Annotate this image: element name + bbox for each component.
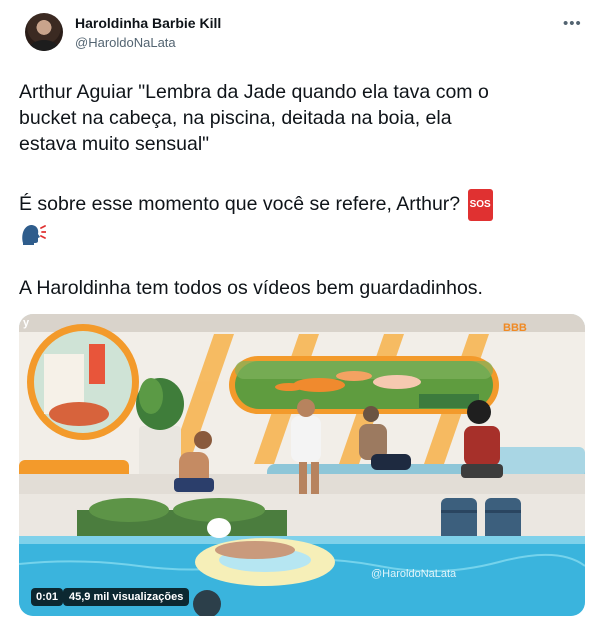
sos-icon: SOS bbox=[467, 189, 493, 221]
video-frame bbox=[19, 314, 585, 616]
author-name[interactable]: Haroldinha Barbie Kill bbox=[75, 15, 221, 31]
author-handle[interactable]: @HaroldoNaLata bbox=[75, 35, 176, 50]
tweet-text-line-1: Arthur Aguiar "Lembra da Jade quando ela… bbox=[19, 81, 489, 103]
tweet-text-line-2: bucket na cabeça, na piscina, deitada na… bbox=[19, 107, 452, 129]
channel-mark: y bbox=[23, 317, 30, 329]
tweet-question: É sobre esse momento que você se refere,… bbox=[19, 193, 461, 215]
video-watermark: @HaroldoNaLata bbox=[371, 568, 457, 580]
more-options-icon[interactable]: ••• bbox=[563, 15, 582, 32]
bbb-logo: BBB bbox=[503, 322, 527, 334]
video-views: 45,9 mil visualizações bbox=[63, 588, 190, 606]
speaking-head-icon bbox=[22, 225, 46, 245]
tweet-text-line-3: estava muito sensual" bbox=[19, 133, 210, 155]
avatar-shoulders bbox=[30, 40, 58, 51]
video-time: 0:01 bbox=[31, 588, 64, 606]
avatar[interactable] bbox=[25, 13, 63, 51]
tweet-text-line-6: A Haroldinha tem todos os vídeos bem gua… bbox=[19, 277, 483, 299]
tweet-card[interactable]: Haroldinha Barbie Kill @HaroldoNaLata ••… bbox=[0, 0, 600, 620]
video-player[interactable]: y BBB @HaroldoNaLata 0:01 45,9 mil visua… bbox=[19, 314, 585, 616]
tweet-text-line-4: É sobre esse momento que você se refere,… bbox=[19, 189, 493, 221]
